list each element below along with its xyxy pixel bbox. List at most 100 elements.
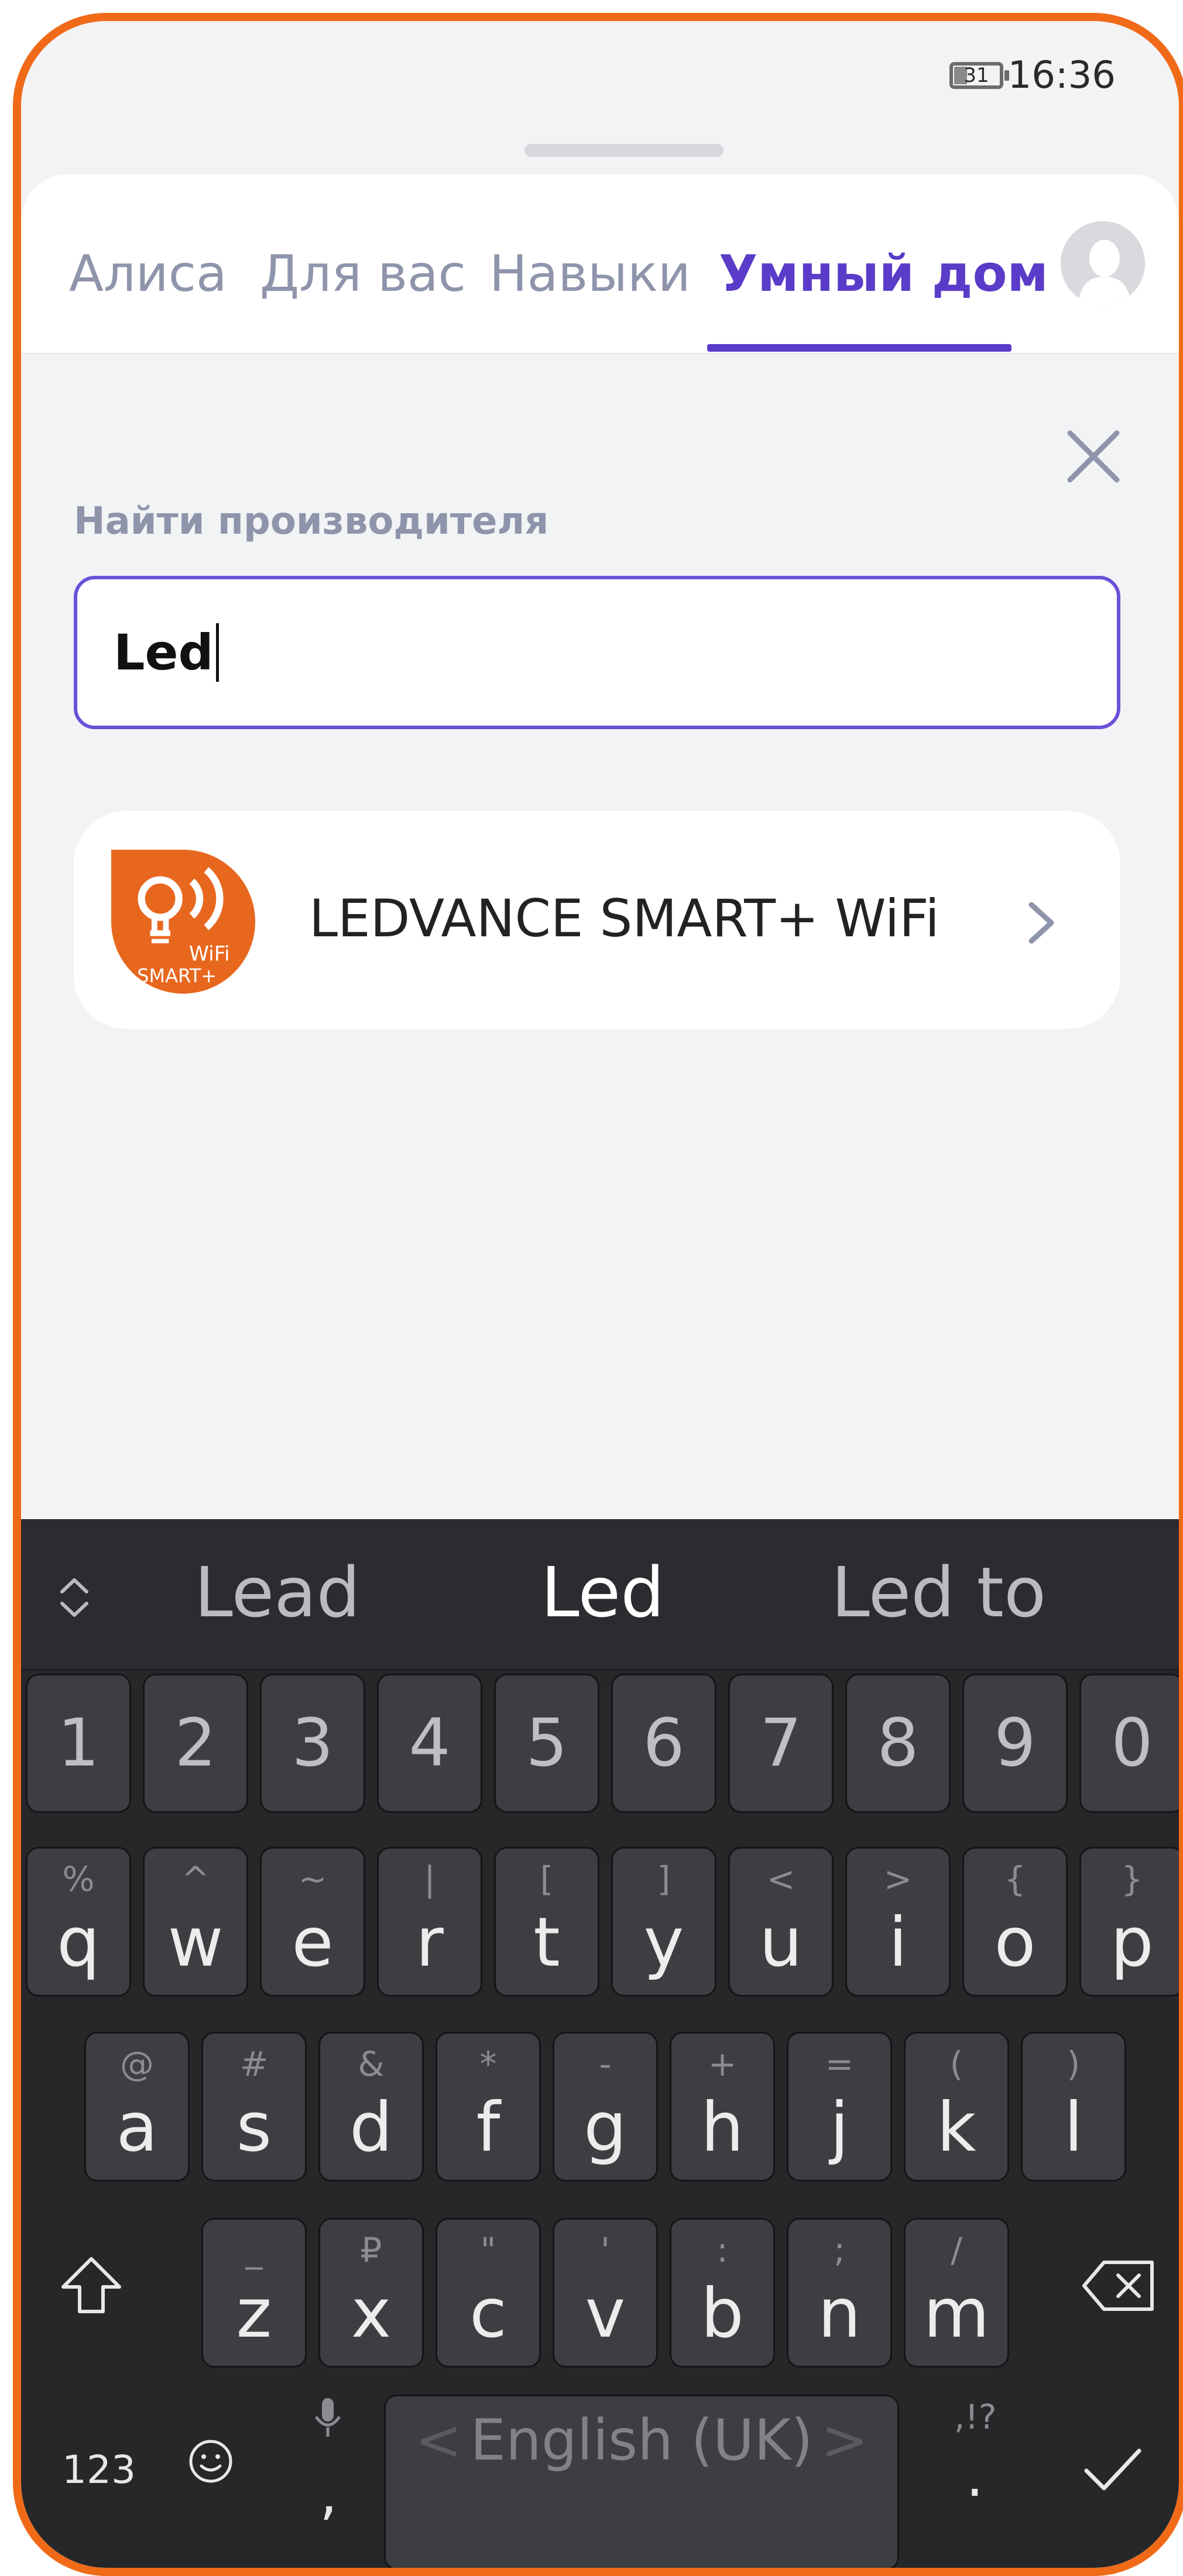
key-8[interactable]: 8 xyxy=(845,1674,951,1813)
punctuation-hint: ,!? xyxy=(954,2397,997,2437)
enter-check-icon[interactable] xyxy=(1081,2443,1145,2495)
key-q[interactable]: % q xyxy=(26,1847,131,1997)
key-u[interactable]: < u xyxy=(728,1847,834,1997)
suggestion-2[interactable]: Led xyxy=(541,1552,664,1633)
key-t[interactable]: [t xyxy=(494,1847,599,1997)
search-input[interactable]: Led xyxy=(74,576,1120,729)
tab-skills[interactable]: Навыки xyxy=(489,245,691,303)
key-1[interactable]: 1 xyxy=(26,1674,131,1813)
key-w[interactable]: ^ w xyxy=(143,1847,248,1997)
key-e[interactable]: ~ e xyxy=(260,1847,365,1997)
key-symbol-hint: ) xyxy=(1067,2044,1081,2084)
space-bar[interactable]: < English (UK) > xyxy=(384,2395,899,2568)
result-title: LEDVANCE SMART+ WiFi xyxy=(309,888,939,949)
key-label: c xyxy=(469,2274,507,2353)
key-symbol-hint: { xyxy=(1004,1859,1026,1899)
key-label: j xyxy=(829,2088,849,2167)
key-symbol-hint: _ xyxy=(245,2230,263,2270)
backspace-key[interactable] xyxy=(1081,2259,1157,2313)
key-3[interactable]: 3 xyxy=(260,1674,365,1813)
key-label: y xyxy=(643,1903,684,1982)
close-icon[interactable] xyxy=(1064,427,1123,486)
logo-wifi-text: WiFi xyxy=(189,942,230,966)
period-key[interactable]: . xyxy=(966,2444,984,2509)
key-o[interactable]: {o xyxy=(962,1847,1068,1997)
tab-for-you[interactable]: Для вас xyxy=(260,245,466,303)
logo-smart-text: SMART+ xyxy=(137,964,217,987)
key-symbol-hint: ^ xyxy=(181,1859,210,1899)
key-k[interactable]: (k xyxy=(904,2032,1009,2182)
sheet-grabber[interactable] xyxy=(524,144,723,157)
key-label: a xyxy=(116,2088,158,2167)
key-6[interactable]: 6 xyxy=(611,1674,716,1813)
key-symbol-hint: % xyxy=(62,1859,95,1899)
key-j[interactable]: = j xyxy=(787,2032,892,2182)
comma-key[interactable]: , xyxy=(320,2461,338,2527)
key-label: d xyxy=(349,2088,393,2167)
key-g[interactable]: -g xyxy=(553,2032,658,2182)
key-symbol-hint: [ xyxy=(540,1859,554,1899)
key-m[interactable]: / m xyxy=(904,2218,1009,2368)
key-label: w xyxy=(167,1903,224,1982)
expand-toggle-icon[interactable] xyxy=(54,1568,95,1627)
key-label: s xyxy=(236,2088,272,2167)
key-label: 5 xyxy=(526,1705,568,1781)
key-label: 3 xyxy=(292,1705,334,1781)
key-symbol-hint: ' xyxy=(601,2230,610,2270)
key-symbol-hint: # xyxy=(239,2044,269,2084)
key-4[interactable]: 4 xyxy=(377,1674,482,1813)
key-label: l xyxy=(1064,2088,1083,2167)
key-n[interactable]: ; n xyxy=(787,2218,892,2368)
key-p[interactable]: } p xyxy=(1079,1847,1179,1997)
key-2[interactable]: 2 xyxy=(143,1674,248,1813)
text-caret xyxy=(215,623,219,682)
key-r[interactable]: | r xyxy=(377,1847,482,1997)
key-label: u xyxy=(759,1903,803,1982)
key-label: z xyxy=(236,2274,272,2353)
key-v[interactable]: ' v xyxy=(553,2218,658,2368)
key-d[interactable]: & d xyxy=(318,2032,424,2182)
key-9[interactable]: 9 xyxy=(962,1674,1068,1813)
key-x[interactable]: ₽ x xyxy=(318,2218,424,2368)
key-f[interactable]: * f xyxy=(436,2032,541,2182)
tab-bar: Алиса Для вас Навыки Умный дом xyxy=(21,174,1179,354)
key-label: 4 xyxy=(409,1705,451,1781)
key-c[interactable]: " c xyxy=(436,2218,541,2368)
suggestion-3[interactable]: Led to xyxy=(831,1552,1046,1633)
key-label: g xyxy=(584,2088,627,2167)
shift-key[interactable] xyxy=(56,2251,126,2321)
tab-smart-home[interactable]: Умный дом xyxy=(719,245,1048,303)
key-label: 0 xyxy=(1111,1705,1153,1781)
key-label: r xyxy=(416,1903,444,1982)
key-y[interactable]: ] y xyxy=(611,1847,716,1997)
ledvance-logo: WiFi SMART+ xyxy=(111,850,255,994)
key-symbol-hint: < xyxy=(766,1859,795,1899)
key-label: 2 xyxy=(174,1705,217,1781)
key-label: b xyxy=(701,2274,744,2353)
microphone-icon[interactable] xyxy=(310,2395,345,2441)
key-symbol-hint: * xyxy=(479,2044,497,2084)
avatar[interactable] xyxy=(1061,221,1145,305)
key-7[interactable]: 7 xyxy=(728,1674,834,1813)
suggestion-bar: Lead Led Led to xyxy=(21,1519,1179,1671)
key-z[interactable]: _ z xyxy=(201,2218,307,2368)
key-label: m xyxy=(923,2274,990,2353)
key-0[interactable]: 0 xyxy=(1079,1674,1179,1813)
key-label: n xyxy=(818,2274,861,2353)
emoji-icon[interactable] xyxy=(187,2438,234,2485)
key-b[interactable]: :b xyxy=(670,2218,775,2368)
key-h[interactable]: + h xyxy=(670,2032,775,2182)
result-item-ledvance[interactable]: WiFi SMART+ LEDVANCE SMART+ WiFi xyxy=(74,811,1120,1029)
phone-frame: 31 16:36 Алиса Для вас Навыки Умный дом … xyxy=(13,13,1183,2576)
key-s[interactable]: # s xyxy=(201,2032,307,2182)
key-a[interactable]: @ a xyxy=(84,2032,190,2182)
key-i[interactable]: > i xyxy=(845,1847,951,1997)
numbers-key[interactable]: 123 xyxy=(62,2447,136,2492)
key-l[interactable]: ) l xyxy=(1021,2032,1126,2182)
tab-alisa[interactable]: Алиса xyxy=(69,245,227,303)
bulb-wifi-icon: WiFi SMART+ xyxy=(137,867,230,987)
key-5[interactable]: 5 xyxy=(494,1674,599,1813)
key-symbol-hint: ( xyxy=(949,2044,963,2084)
suggestion-1[interactable]: Lead xyxy=(194,1552,360,1633)
battery-icon: 31 xyxy=(949,62,1009,89)
